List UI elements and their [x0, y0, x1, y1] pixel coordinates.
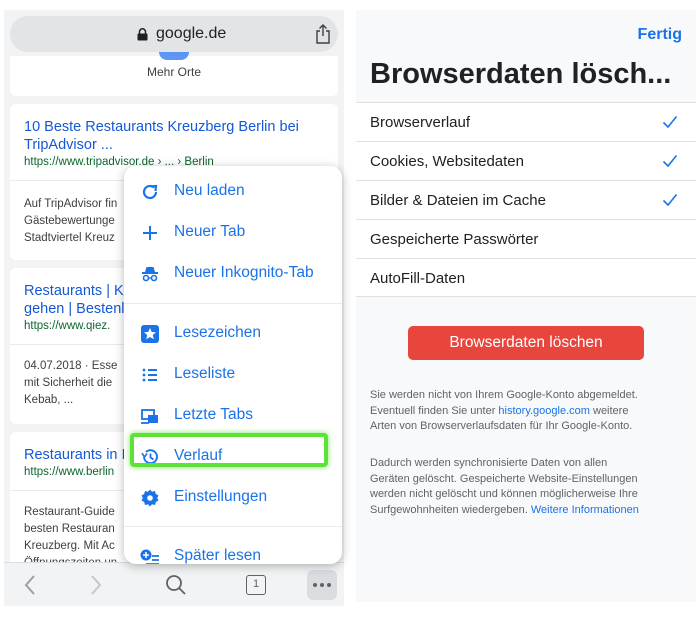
option-cache[interactable]: Bilder & Dateien im Cache — [356, 180, 696, 219]
map-pin-decoration — [159, 52, 189, 60]
option-label: Bilder & Dateien im Cache — [370, 192, 546, 209]
clear-browsing-data-screen: Fertig Browserdaten lösch... Browserverl… — [356, 10, 696, 602]
menu-item-bookmarks[interactable]: Lesezeichen — [124, 314, 342, 354]
menu-item-label: Letzte Tabs — [174, 406, 253, 423]
history-highlight-box — [130, 433, 328, 467]
result-title[interactable]: Restaurants | K — [24, 282, 124, 300]
incognito-icon — [142, 267, 158, 282]
menu-button[interactable] — [304, 563, 340, 606]
menu-item-label: Einstellungen — [174, 488, 268, 505]
tab-count: 1 — [252, 578, 260, 590]
result-snippet: Auf TripAdvisor fin — [24, 198, 118, 210]
result-snippet: Restaurant-Guide — [24, 506, 115, 518]
recent-tabs-icon — [141, 409, 158, 424]
info-line: Arten von Browserverlaufsdaten für Ihr G… — [370, 420, 633, 432]
info-text-part: Eventuell finden Sie unter — [370, 404, 499, 417]
info-line: Surfgewohnheiten wiedergeben. Weitere In… — [370, 503, 682, 519]
page-title: Browserdaten lösch... — [370, 58, 672, 90]
menu-item-label: Lesezeichen — [174, 324, 262, 341]
menu-divider — [124, 526, 342, 527]
search-button[interactable] — [156, 563, 196, 606]
option-label: Gespeicherte Passwörter — [370, 231, 539, 248]
result-snippet: 04.07.2018 · Esse — [24, 360, 118, 372]
checkmark-icon — [662, 193, 678, 207]
option-label: AutoFill-Daten — [370, 270, 466, 287]
result-title[interactable]: 10 Beste Restaurants Kreuzberg Berlin be… — [24, 118, 299, 136]
menu-item-recent-tabs[interactable]: Letzte Tabs — [124, 396, 342, 436]
info-text-part: weitere — [589, 404, 629, 417]
info-line: Geräten gelöscht. Gespeicherte Website-E… — [370, 472, 638, 485]
info-text-part: Surfgewohnheiten wiedergeben. — [370, 503, 531, 516]
result-snippet: Stadtviertel Kreuz — [24, 232, 115, 244]
result-snippet: Gästebewertunge — [24, 215, 115, 227]
forward-button[interactable] — [78, 563, 114, 606]
plus-icon — [143, 226, 157, 240]
menu-item-reading-list[interactable]: Leseliste — [124, 355, 342, 395]
info-line: werden nicht gelöscht und können möglich… — [370, 488, 638, 500]
more-places-card[interactable]: Mehr Orte — [10, 52, 338, 96]
result-title[interactable]: Restaurants in I — [24, 446, 126, 464]
info-text-sync: Dadurch werden synchronisierte Daten von… — [370, 456, 682, 518]
more-places-label: Mehr Orte — [146, 65, 201, 79]
menu-item-label: Neuer Inkognito-Tab — [174, 264, 314, 281]
menu-item-settings[interactable]: Einstellungen — [124, 478, 342, 518]
option-browsing-history[interactable]: Browserverlauf — [356, 102, 696, 141]
star-icon — [141, 325, 159, 343]
menu-item-incognito-tab[interactable]: Neuer Inkognito-Tab — [124, 254, 342, 294]
menu-item-read-later[interactable]: Später lesen — [124, 537, 342, 564]
info-line: Sie werden nicht von Ihrem Google-Konto … — [370, 389, 638, 401]
read-later-icon — [140, 549, 159, 564]
lock-icon — [137, 28, 148, 41]
result-snippet: mit Sicherheit die — [24, 377, 113, 389]
clear-browsing-data-button[interactable]: Browserdaten löschen — [408, 326, 644, 360]
option-passwords[interactable]: Gespeicherte Passwörter — [356, 219, 696, 258]
back-icon — [24, 575, 35, 595]
tab-switcher-button[interactable]: 1 — [236, 563, 276, 606]
tools-menu: Neu laden Neuer Tab Neuer Inkognito-Tab … — [124, 166, 342, 564]
option-autofill[interactable]: AutoFill-Daten — [356, 258, 696, 297]
gear-icon — [141, 489, 159, 507]
info-line: Dadurch werden synchronisierte Daten von… — [370, 457, 608, 469]
reload-icon — [142, 184, 158, 200]
option-label: Cookies, Websitedaten — [370, 153, 524, 170]
menu-item-label: Leseliste — [174, 365, 236, 382]
menu-item-label: Später lesen — [174, 547, 262, 564]
more-icon — [307, 570, 337, 600]
result-title[interactable]: TripAdvisor ... — [24, 136, 113, 154]
result-url: https://www.berlin — [24, 466, 115, 478]
url-text: google.de — [156, 25, 227, 42]
option-label: Browserverlauf — [370, 114, 471, 131]
menu-divider — [124, 303, 342, 304]
menu-item-label: Neuer Tab — [174, 223, 246, 240]
bottom-toolbar: 1 — [4, 562, 344, 606]
tab-count-icon: 1 — [246, 575, 266, 595]
result-url: https://www.qiez. — [24, 320, 111, 332]
option-cookies[interactable]: Cookies, Websitedaten — [356, 141, 696, 180]
back-button[interactable] — [12, 563, 48, 606]
result-snippet: besten Restauran — [24, 523, 115, 535]
list-icon — [142, 368, 157, 382]
result-snippet: Kebab, ... — [24, 394, 74, 406]
done-button[interactable]: Fertig — [638, 26, 682, 44]
learn-more-link[interactable]: Weitere Informationen — [531, 504, 639, 516]
checkmark-icon — [662, 115, 678, 129]
menu-item-label: Neu laden — [174, 182, 245, 199]
menu-item-reload[interactable]: Neu laden — [124, 172, 342, 212]
forward-icon — [91, 575, 102, 595]
share-icon[interactable] — [314, 23, 332, 45]
checkmark-icon — [662, 154, 678, 168]
result-title[interactable]: gehen | Bestenl — [24, 300, 125, 318]
address-bar[interactable]: google.de — [10, 16, 338, 52]
result-snippet: Kreuzberg. Mit Ac — [24, 540, 115, 552]
search-icon — [166, 575, 186, 595]
info-line: Eventuell finden Sie unter history.googl… — [370, 404, 682, 420]
history-google-link[interactable]: history.google.com — [498, 405, 590, 417]
info-text-account: Sie werden nicht von Ihrem Google-Konto … — [370, 388, 682, 435]
menu-item-new-tab[interactable]: Neuer Tab — [124, 213, 342, 253]
